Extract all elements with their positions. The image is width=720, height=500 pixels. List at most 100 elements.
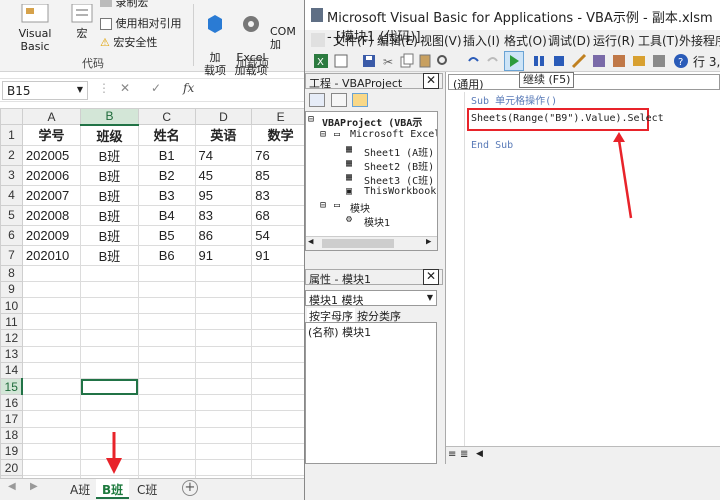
cell[interactable] — [251, 345, 310, 363]
fx-icon[interactable]: fx — [183, 81, 194, 95]
row-header[interactable]: 9 — [0, 280, 23, 299]
reset-icon[interactable] — [551, 53, 567, 69]
cell[interactable] — [251, 410, 310, 428]
cell[interactable] — [137, 410, 196, 428]
procedure-view-icon[interactable]: ≡ — [448, 449, 456, 460]
view-excel-icon[interactable]: X — [313, 53, 329, 69]
menu-run[interactable]: 运行(R) — [593, 32, 635, 49]
cell[interactable] — [137, 377, 196, 396]
cell[interactable] — [21, 426, 82, 444]
cell[interactable] — [251, 394, 310, 412]
cell[interactable] — [251, 297, 310, 315]
cell[interactable]: 86 — [194, 224, 253, 246]
select-all-corner[interactable] — [0, 108, 23, 126]
object-browser-icon[interactable] — [631, 53, 647, 69]
menu-addins[interactable]: 外接程序 — [679, 32, 720, 49]
name-box[interactable]: B15 ▼ — [2, 81, 88, 100]
project-close-icon[interactable]: ✕ — [423, 73, 439, 89]
row-header[interactable]: 6 — [0, 224, 23, 246]
row-header[interactable]: 5 — [0, 204, 23, 226]
cell[interactable] — [21, 361, 82, 380]
tree-sheet3[interactable]: Sheet3 (C班) — [364, 172, 434, 187]
row-header[interactable]: 16 — [0, 394, 23, 412]
row-header[interactable]: 11 — [0, 313, 23, 331]
row-header[interactable]: 13 — [0, 345, 23, 363]
cell[interactable] — [80, 280, 139, 299]
props-name-row[interactable]: (名称) 模块1 — [308, 324, 371, 340]
tree-module1[interactable]: 模块1 — [364, 214, 390, 229]
properties-close-icon[interactable]: ✕ — [423, 269, 439, 285]
cell[interactable]: 202010 — [21, 244, 82, 266]
sheet-tab-b[interactable]: B班 — [96, 479, 130, 499]
cell[interactable] — [251, 377, 310, 396]
row-header[interactable]: 17 — [0, 410, 23, 428]
tree-collapse-root-icon[interactable]: ⊟ — [308, 114, 314, 125]
column-header-d[interactable]: D — [194, 108, 253, 126]
row-header[interactable]: 14 — [0, 361, 23, 380]
cell[interactable] — [80, 345, 139, 363]
menu-debug[interactable]: 调试(D) — [548, 32, 591, 49]
view-code-icon[interactable] — [309, 93, 325, 107]
cell[interactable] — [194, 329, 253, 347]
active-cell[interactable] — [80, 377, 139, 396]
cell[interactable]: B班 — [80, 144, 139, 166]
tree-sheet1[interactable]: Sheet1 (A班) — [364, 144, 434, 159]
cell[interactable] — [137, 297, 196, 315]
cell[interactable] — [251, 329, 310, 347]
cell[interactable] — [21, 264, 82, 282]
column-header-b[interactable]: B — [80, 108, 139, 126]
cell[interactable] — [194, 394, 253, 412]
cell[interactable]: 54 — [251, 224, 310, 246]
cell[interactable]: 202006 — [21, 164, 82, 186]
row-header[interactable]: 15 — [0, 377, 24, 396]
macro-button[interactable]: 宏 — [68, 4, 96, 40]
project-tree[interactable]: ⊟ VBAProject (VBA示 ⊟ ▭ Microsoft Excel ▦… — [305, 111, 438, 251]
row-header[interactable]: 7 — [0, 244, 23, 266]
cell[interactable] — [137, 345, 196, 363]
cell[interactable]: B1 — [137, 144, 196, 166]
project-explorer-icon[interactable] — [591, 53, 607, 69]
cell[interactable]: B班 — [80, 184, 139, 206]
cell[interactable] — [80, 410, 139, 428]
column-header-e[interactable]: E — [251, 108, 310, 126]
code-editor[interactable]: Sub 单元格操作() Sheets(Range("B9").Value).Se… — [464, 92, 720, 462]
cell[interactable] — [194, 458, 253, 477]
worksheet-grid[interactable]: A B C D E 1 学号 班级 姓名 英语 数学 2 202005 B班 B1 74 76 3 202… — [0, 108, 310, 478]
cell[interactable] — [194, 297, 253, 315]
cell[interactable]: 学号 — [21, 124, 82, 146]
cell[interactable]: 68 — [251, 204, 310, 226]
relative-ref-button[interactable]: 使用相对引用 — [100, 17, 182, 30]
cell[interactable] — [80, 297, 139, 315]
cell[interactable] — [80, 313, 139, 331]
cell[interactable]: B2 — [137, 164, 196, 186]
scroll-right-icon[interactable]: ▶ — [426, 237, 431, 247]
copy-icon[interactable] — [399, 53, 415, 69]
cell[interactable]: 202009 — [21, 224, 82, 246]
paste-icon[interactable] — [417, 53, 433, 69]
cell[interactable] — [251, 313, 310, 331]
cell[interactable] — [194, 361, 253, 380]
code-object-select[interactable]: (通用) — [448, 74, 720, 91]
menu-file[interactable]: 文件(F) — [333, 32, 373, 49]
formula-input[interactable] — [206, 81, 310, 100]
cell[interactable] — [194, 426, 253, 444]
row-header[interactable]: 4 — [0, 184, 23, 206]
cell[interactable]: 数学 — [251, 124, 310, 146]
row-header[interactable]: 10 — [0, 297, 23, 315]
cell[interactable]: 202008 — [21, 204, 82, 226]
cell[interactable] — [194, 264, 253, 282]
cell[interactable] — [137, 361, 196, 380]
macro-security-button[interactable]: ⚠ 宏安全性 — [100, 36, 157, 49]
row-header[interactable]: 19 — [0, 442, 23, 460]
cell[interactable] — [137, 458, 196, 477]
cell[interactable] — [194, 280, 253, 299]
visual-basic-button[interactable]: Visual Basic — [4, 4, 66, 53]
sheet-tab-a[interactable]: A班 — [64, 479, 96, 499]
cell[interactable]: B3 — [137, 184, 196, 206]
cell[interactable] — [137, 329, 196, 347]
find-icon[interactable] — [435, 53, 451, 69]
cancel-icon[interactable]: ✕ — [120, 81, 130, 95]
column-header-a[interactable]: A — [21, 108, 82, 126]
cell[interactable] — [137, 264, 196, 282]
break-icon[interactable] — [531, 53, 547, 69]
